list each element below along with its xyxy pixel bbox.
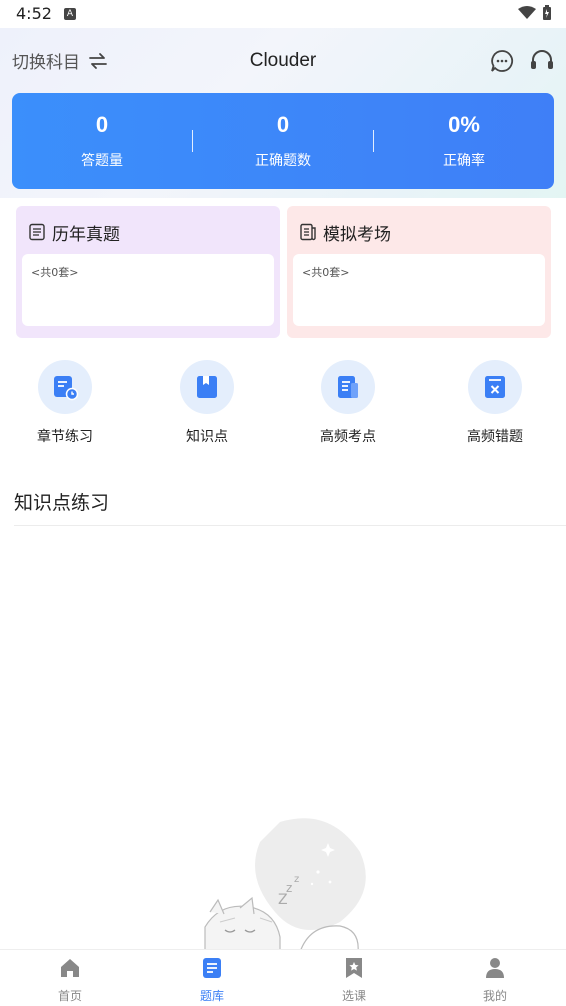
stat-value: 0: [95, 112, 109, 137]
tab-profile[interactable]: 我的: [455, 956, 535, 1004]
page-title: Clouder: [249, 50, 317, 71]
chapter-practice-icon: [54, 376, 79, 401]
frequent-errors-button[interactable]: 高频错题: [445, 360, 545, 446]
svg-text:Z: Z: [278, 892, 288, 908]
stat-label: 正确率: [443, 153, 485, 169]
frequent-topics-button[interactable]: 高频考点: [298, 360, 398, 446]
customer-service-button[interactable]: [529, 48, 555, 74]
past-exams-card[interactable]: 历年真题 <共0套>: [16, 206, 280, 338]
quick-icon-circle: [468, 360, 522, 414]
battery-icon: [543, 5, 551, 20]
quick-label: 高频考点: [320, 429, 376, 445]
sleeping-cat-illustration: z z Z: [204, 818, 366, 952]
app-header: 切换科目 Clouder: [0, 28, 566, 92]
quick-label: 高频错题: [467, 429, 523, 445]
user-icon: [486, 958, 504, 978]
mock-exam-header: 模拟考场: [293, 216, 545, 248]
divider: [14, 525, 566, 526]
tab-course-selection[interactable]: 选课: [314, 956, 394, 1004]
tab-label: 我的: [482, 989, 507, 1003]
tab-question-bank[interactable]: 题库: [172, 956, 252, 1004]
stat-accuracy: 0% 正确率: [374, 112, 554, 170]
section-title: 知识点练习: [14, 492, 110, 514]
stat-value: 0: [276, 112, 290, 137]
past-exams-count: <共0套>: [31, 266, 79, 279]
tab-home[interactable]: 首页: [30, 956, 110, 1004]
home-icon: [61, 959, 79, 977]
newspaper-icon: [300, 223, 316, 241]
stat-answered: 0 答题量: [12, 112, 192, 170]
mock-exam-count: <共0套>: [302, 266, 350, 279]
mock-exam-body: <共0套>: [293, 254, 545, 326]
status-indicators: [518, 5, 552, 21]
stat-label: 答题量: [81, 153, 123, 169]
quick-icon-circle: [38, 360, 92, 414]
quick-icon-circle: [180, 360, 234, 414]
knowledge-points-button[interactable]: 知识点: [157, 360, 257, 446]
mock-exam-card[interactable]: 模拟考场 <共0套>: [287, 206, 551, 338]
bookmark-star-icon: [346, 958, 362, 978]
wifi-icon: [518, 6, 536, 19]
tab-label: 题库: [199, 989, 224, 1003]
question-bank-icon: [203, 958, 221, 978]
status-bar: 4:52 A: [0, 0, 566, 28]
frequent-error-icon: [485, 376, 505, 398]
stat-value: 0%: [448, 112, 480, 137]
svg-text:z: z: [294, 874, 299, 885]
past-exams-body: <共0套>: [22, 254, 274, 326]
notification-badge-icon: A: [64, 8, 76, 20]
bottom-tab-bar: 首页 题库 选课 我的: [0, 949, 566, 1006]
status-time: 4:52: [16, 4, 52, 23]
chat-icon: [491, 50, 514, 72]
headset-icon: [531, 50, 553, 69]
frequent-topic-icon: [338, 376, 358, 398]
quick-label: 知识点: [186, 429, 228, 445]
tab-label: 选课: [341, 989, 366, 1003]
tab-label: 首页: [57, 989, 82, 1003]
quick-icon-circle: [321, 360, 375, 414]
list-document-icon: [29, 223, 45, 241]
knowledge-book-icon: [197, 376, 217, 398]
stat-label: 正确题数: [255, 153, 311, 169]
quick-label: 章节练习: [37, 429, 93, 445]
past-exams-title: 历年真题: [52, 224, 120, 245]
quick-actions: 章节练习 知识点 高频考点 高频错题: [0, 360, 566, 450]
past-exams-header: 历年真题: [22, 216, 274, 248]
chapter-practice-button[interactable]: 章节练习: [15, 360, 115, 446]
message-button[interactable]: [489, 48, 515, 74]
mock-exam-title: 模拟考场: [323, 224, 391, 245]
stats-card: 0 答题量 0 正确题数 0% 正确率: [12, 93, 554, 189]
stat-correct-count: 0 正确题数: [193, 112, 373, 170]
